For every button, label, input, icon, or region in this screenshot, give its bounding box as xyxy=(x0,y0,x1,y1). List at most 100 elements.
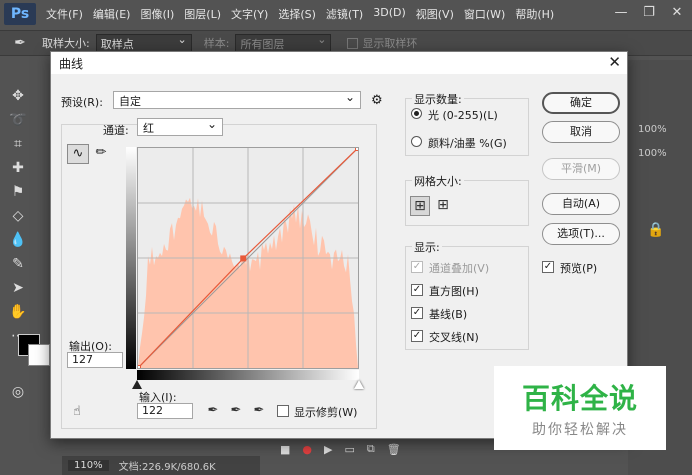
auto-button[interactable]: 自动(A) xyxy=(542,193,620,215)
pigment-radio[interactable] xyxy=(411,136,422,147)
hand-tool-icon[interactable]: ✋ xyxy=(8,302,28,322)
blur-tool-icon[interactable]: 💧 xyxy=(8,230,28,250)
preset-options-gear-icon[interactable]: ⚙ xyxy=(371,93,383,108)
sample-label: 样本: xyxy=(203,37,230,50)
stamp-tool-icon[interactable]: ⚑ xyxy=(8,182,28,202)
menu-list: 文件(F) 编辑(E) 图像(I) 图层(L) 文字(Y) 选择(S) 滤镜(T) 3D(D)… xyxy=(36,6,554,22)
background-color-swatch[interactable] xyxy=(28,344,50,366)
menu-item[interactable]: 帮助(H) xyxy=(515,6,554,22)
smooth-button[interactable]: 平滑(M) xyxy=(542,158,620,180)
options-button[interactable]: 选项(T)... xyxy=(542,223,620,245)
record-icon[interactable]: ● xyxy=(302,443,312,456)
white-point-slider[interactable] xyxy=(354,380,364,389)
menu-item[interactable]: 窗口(W) xyxy=(464,6,505,22)
grid-size-legend: 网格大小: xyxy=(412,173,464,189)
pencil-draw-tool-icon[interactable]: ✏ xyxy=(91,144,111,164)
window-controls: — ❐ ✕ xyxy=(610,3,688,23)
show-clipping-label: 显示修剪(W) xyxy=(294,406,358,419)
curve-svg[interactable] xyxy=(135,145,361,371)
output-gradient-bar xyxy=(126,147,136,369)
gray-eyedropper-icon[interactable]: ✒ xyxy=(228,403,244,419)
lasso-tool-icon[interactable]: ➰ xyxy=(8,110,28,130)
new-set-icon[interactable]: ▭ xyxy=(344,443,354,456)
watermark-subtitle: 助你轻松解决 xyxy=(532,422,628,438)
sample-size-select[interactable]: 取样点 xyxy=(95,33,192,52)
opacity-value[interactable]: 100% xyxy=(638,124,688,140)
input-gradient-bar xyxy=(137,370,359,380)
quick-mask-icon[interactable]: ◎ xyxy=(8,382,28,402)
menu-item[interactable]: 文字(Y) xyxy=(231,6,268,22)
histogram-label: 直方图(H) xyxy=(429,285,479,298)
menu-item[interactable]: 编辑(E) xyxy=(93,6,131,22)
dialog-title: 曲线 xyxy=(59,56,84,71)
menu-item[interactable]: 图层(L) xyxy=(184,6,221,22)
preset-select[interactable]: 自定 xyxy=(113,90,361,109)
menu-item[interactable]: 滤镜(T) xyxy=(326,6,363,22)
output-value-field[interactable]: 127 xyxy=(67,352,123,368)
menu-item[interactable]: 选择(S) xyxy=(278,6,316,22)
menu-item[interactable]: 文件(F) xyxy=(46,6,83,22)
baseline-checkbox[interactable]: ✓ xyxy=(411,307,423,319)
play-icon[interactable]: ▶ xyxy=(324,443,332,456)
new-action-icon[interactable]: ⧉ xyxy=(367,442,375,456)
trash-icon[interactable]: 🗑 xyxy=(387,443,401,456)
ok-button[interactable]: 确定 xyxy=(542,92,620,114)
cancel-button[interactable]: 取消 xyxy=(542,121,620,143)
curve-graph[interactable] xyxy=(135,145,361,371)
sample-select[interactable]: 所有图层 xyxy=(235,33,332,52)
stop-icon[interactable]: ■ xyxy=(280,443,290,456)
channel-label: 通道: xyxy=(103,124,129,137)
preview-checkbox[interactable]: ✓ xyxy=(542,261,554,273)
channel-select[interactable]: 红 xyxy=(137,117,223,136)
checkbox-box xyxy=(347,37,359,49)
light-radio[interactable] xyxy=(411,108,422,119)
input-value-field[interactable]: 122 xyxy=(137,403,193,419)
eraser-tool-icon[interactable]: ◇ xyxy=(8,206,28,226)
show-ring-label: 显示取样环 xyxy=(362,37,418,50)
menu-item[interactable]: 3D(D) xyxy=(373,6,406,22)
photoshop-logo: Ps xyxy=(4,3,36,25)
menu-item[interactable]: 图像(I) xyxy=(140,6,174,22)
preview-label: 预览(P) xyxy=(560,262,598,275)
intersection-checkbox[interactable]: ✓ xyxy=(411,330,423,342)
move-tool-icon[interactable]: ✥ xyxy=(8,86,28,106)
close-icon[interactable]: ✕ xyxy=(608,53,621,71)
fill-value[interactable]: 100% xyxy=(638,148,688,164)
preset-label: 预设(R): xyxy=(61,96,103,109)
show-legend: 显示: xyxy=(412,239,442,255)
watermark-title: 百科全说 xyxy=(521,382,638,415)
show-ring-checkbox[interactable]: 显示取样环 xyxy=(347,35,417,51)
zoom-level[interactable]: 110% xyxy=(68,460,109,471)
curve-control-point[interactable] xyxy=(355,145,361,151)
curve-control-point[interactable] xyxy=(240,255,247,262)
healing-tool-icon[interactable]: ✚ xyxy=(8,158,28,178)
document-info: 文档:226.9K/680.6K xyxy=(118,462,216,473)
show-clipping-checkbox[interactable] xyxy=(277,405,289,417)
histogram-checkbox[interactable]: ✓ xyxy=(411,284,423,296)
restore-button[interactable]: ❐ xyxy=(638,3,660,23)
intersection-label: 交叉线(N) xyxy=(429,331,479,344)
curve-edit-tool-icon[interactable]: ∿ xyxy=(67,144,89,164)
black-point-slider[interactable] xyxy=(132,380,142,389)
display-amount-legend: 显示数量: xyxy=(412,91,464,107)
detailed-grid-icon[interactable]: ⊞ xyxy=(433,196,453,216)
sample-size-label: 取样大小: xyxy=(42,37,90,50)
status-bar: 110% 文档:226.9K/680.6K xyxy=(62,456,260,475)
close-window-button[interactable]: ✕ xyxy=(666,3,688,23)
channel-overlays-label: 通道叠加(V) xyxy=(429,262,490,275)
channel-overlays-checkbox[interactable]: ✓ xyxy=(411,261,423,273)
light-label: 光 (0-255)(L) xyxy=(428,109,498,122)
menu-bar: Ps 文件(F) 编辑(E) 图像(I) 图层(L) 文字(Y) 选择(S) 滤镜(T) 3D… xyxy=(0,0,692,28)
crop-tool-icon[interactable]: ⌗ xyxy=(8,134,28,154)
white-eyedropper-icon[interactable]: ✒ xyxy=(251,403,267,419)
curve-control-point[interactable] xyxy=(135,365,141,371)
minimize-button[interactable]: — xyxy=(610,3,632,23)
pen-tool-icon[interactable]: ✎ xyxy=(8,254,28,274)
on-image-adjust-tool-icon[interactable]: ☝ xyxy=(69,404,85,420)
simple-grid-icon[interactable]: ⊞ xyxy=(410,196,430,216)
dialog-title-bar: 曲线 ✕ xyxy=(51,52,627,74)
menu-item[interactable]: 视图(V) xyxy=(416,6,454,22)
path-select-tool-icon[interactable]: ➤ xyxy=(8,278,28,298)
eyedropper-tool-icon[interactable]: ✒ xyxy=(10,33,30,53)
black-eyedropper-icon[interactable]: ✒ xyxy=(205,403,221,419)
